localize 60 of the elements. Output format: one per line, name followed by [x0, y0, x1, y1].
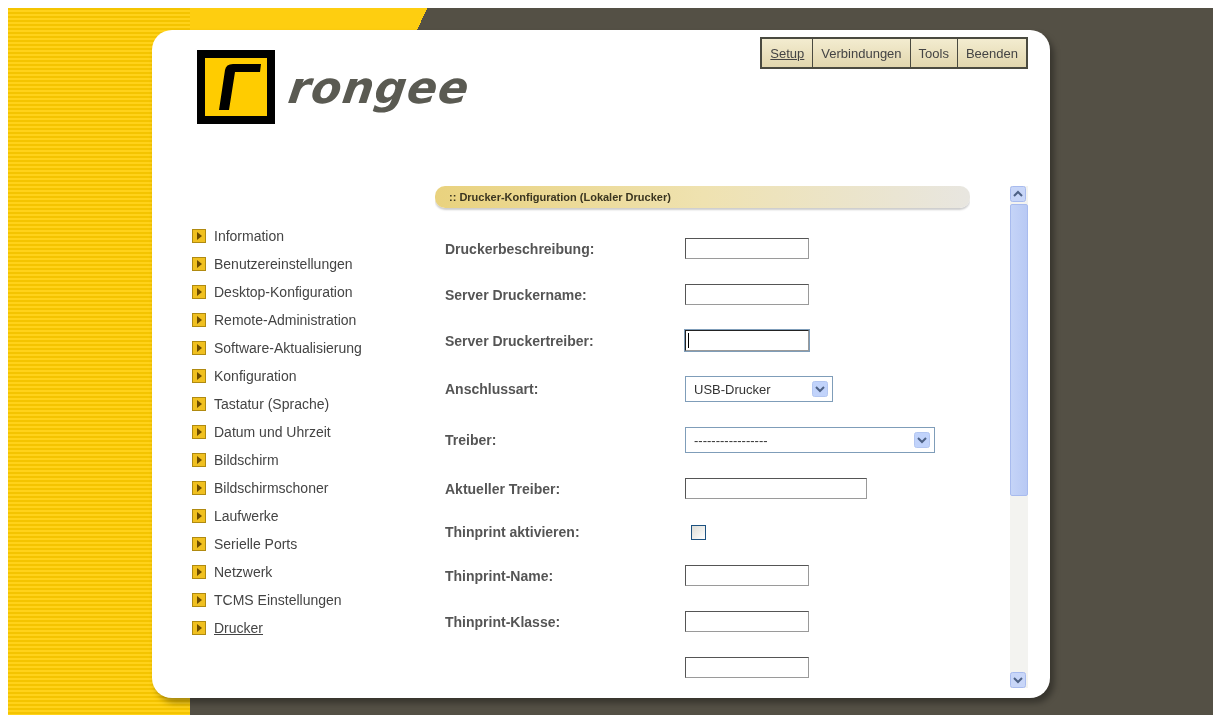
arrow-icon: [192, 341, 206, 355]
dropdown-field[interactable]: -----------------: [685, 427, 935, 453]
arrow-icon: [192, 229, 206, 243]
checkbox[interactable]: [691, 524, 706, 540]
sidebar-link[interactable]: Benutzereinstellungen: [192, 254, 353, 274]
menu-tab[interactable]: Tools: [909, 39, 957, 67]
field-label: Thinprint-Name:: [445, 567, 555, 584]
sidebar-link[interactable]: Desktop-Konfiguration: [192, 282, 353, 302]
sidebar-link[interactable]: TCMS Einstellungen: [192, 590, 342, 610]
sidebar-link[interactable]: Laufwerke: [192, 506, 279, 526]
sidebar-link[interactable]: Drucker: [192, 618, 263, 638]
field-label: Server Druckertreiber:: [445, 332, 595, 349]
arrow-icon: [192, 509, 206, 523]
arrow-icon: [192, 369, 206, 383]
scroll-down-button[interactable]: [1010, 672, 1026, 688]
menu-tab[interactable]: Verbindungen: [812, 39, 910, 67]
sidebar-link[interactable]: Software-Aktualisierung: [192, 338, 362, 358]
sidebar-link[interactable]: Konfiguration: [192, 366, 297, 386]
menu-tab[interactable]: Setup: [762, 39, 813, 67]
field-label: Thinprint aktivieren:: [445, 524, 581, 540]
scrollbar[interactable]: [1010, 186, 1028, 688]
sidebar-link[interactable]: Remote-Administration: [192, 310, 357, 330]
text-input-field[interactable]: [685, 657, 809, 678]
sidebar-link[interactable]: Tastatur (Sprache): [192, 394, 330, 414]
text-input-field[interactable]: [685, 330, 809, 351]
text-input-field[interactable]: [685, 565, 809, 586]
arrow-icon: [192, 453, 206, 467]
field-label: Anschlussart:: [445, 381, 540, 397]
dropdown-field[interactable]: USB-Drucker: [685, 376, 833, 402]
sidebar-link[interactable]: Serielle Ports: [192, 534, 298, 554]
text-input-field[interactable]: [685, 284, 809, 305]
menu-tab[interactable]: Beenden: [956, 39, 1026, 67]
arrow-icon: [192, 593, 206, 607]
sidebar-link[interactable]: Bildschirm: [192, 450, 279, 470]
sidebar-link[interactable]: Netzwerk: [192, 562, 273, 582]
sidebar-link[interactable]: Datum und Uhrzeit: [192, 422, 331, 442]
arrow-icon: [192, 481, 206, 495]
text-input-field[interactable]: [685, 611, 809, 632]
section-title-bar: :: Drucker-Konfiguration (Lokaler Drucker): [435, 186, 970, 208]
text-input-field[interactable]: [685, 238, 809, 259]
arrow-icon: [192, 565, 206, 579]
scroll-up-button[interactable]: [1010, 186, 1026, 202]
sidebar-link[interactable]: Bildschirmschoner: [192, 478, 329, 498]
arrow-icon: [192, 537, 206, 551]
field-label: Server Druckername:: [445, 286, 588, 303]
logo-icon: [197, 50, 275, 124]
arrow-icon: [192, 285, 206, 299]
field-label: Druckerbeschreibung:: [445, 240, 596, 257]
field-label: Aktueller Treiber:: [445, 480, 562, 497]
arrow-icon: [192, 313, 206, 327]
arrow-icon: [192, 257, 206, 271]
logo-wordmark: rongee: [285, 61, 473, 113]
field-label: Thinprint-Klasse:: [445, 613, 562, 630]
arrow-icon: [192, 397, 206, 411]
field-label: Treiber:: [445, 432, 498, 448]
arrow-icon: [192, 621, 206, 635]
text-input-field[interactable]: [685, 478, 867, 499]
arrow-icon: [192, 425, 206, 439]
scrollbar-thumb[interactable]: [1010, 204, 1028, 496]
sidebar-link[interactable]: Information: [192, 226, 285, 246]
